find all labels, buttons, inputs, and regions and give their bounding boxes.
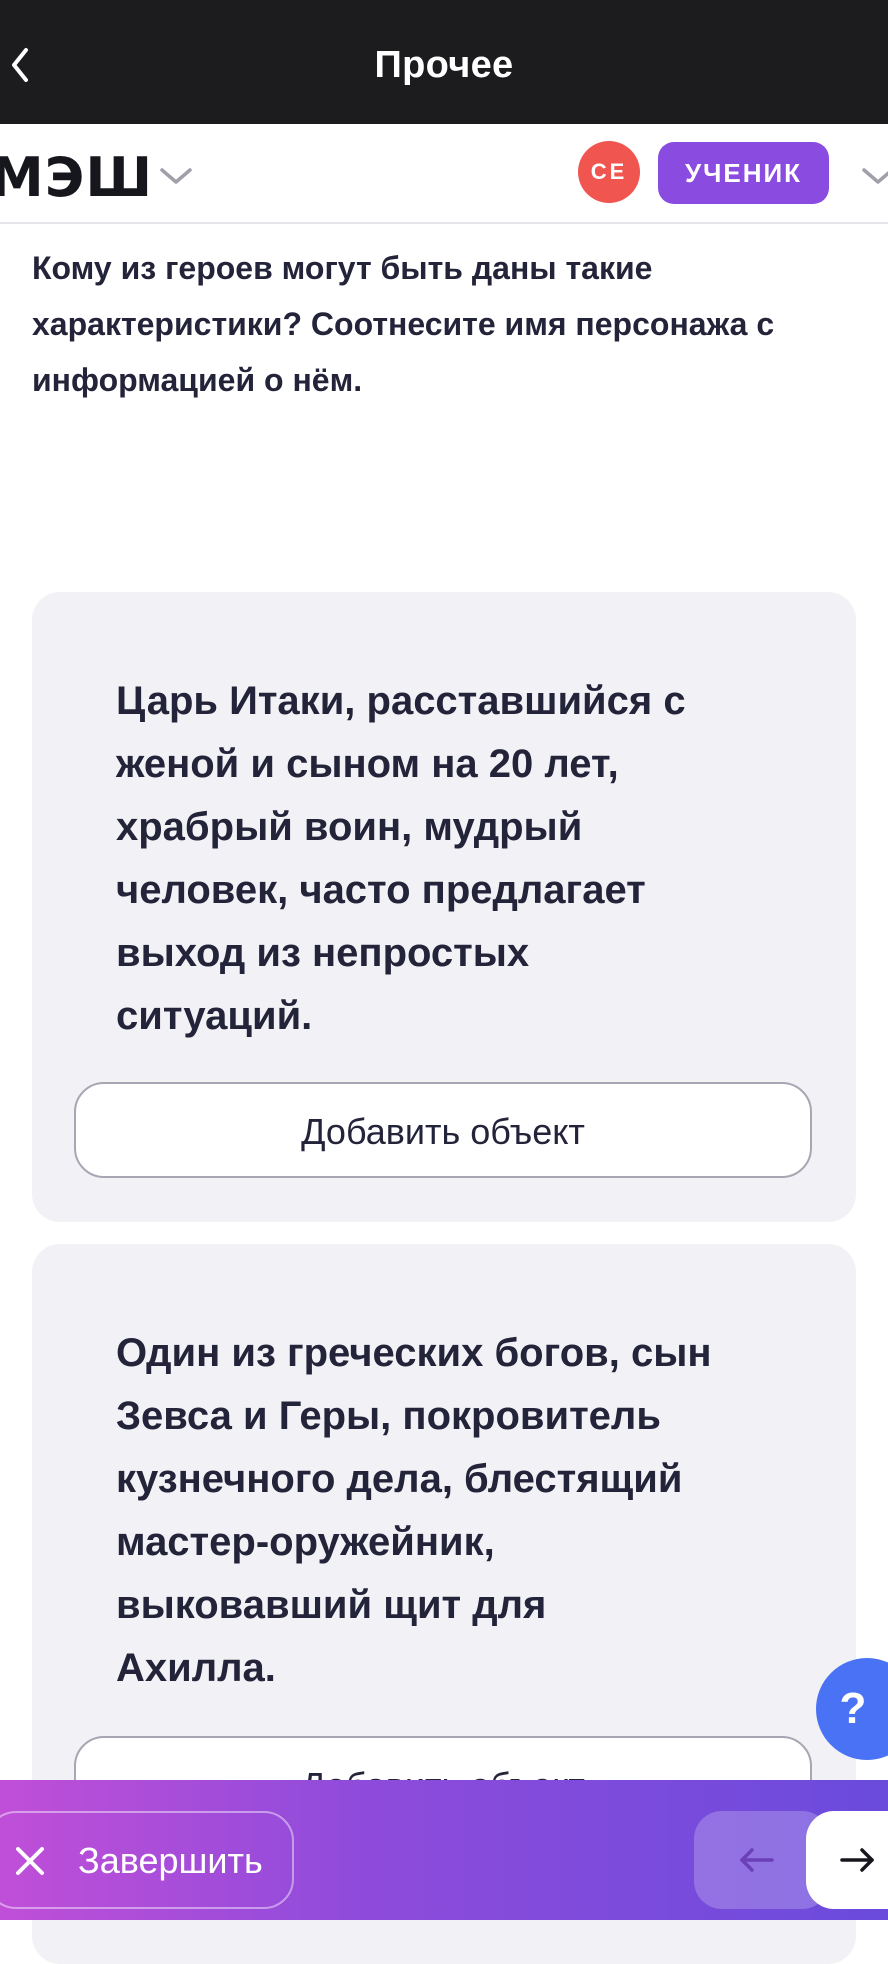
app-header: МЭШ СЕ УЧЕНИК — [0, 124, 888, 224]
arrow-right-icon — [840, 1848, 874, 1872]
finish-label: Завершить — [78, 1840, 263, 1881]
question-text: Кому из героев могут быть даны такие хар… — [32, 250, 775, 398]
bottom-bar: Завершить — [0, 1780, 888, 1920]
next-button[interactable] — [806, 1811, 888, 1909]
card-description: Один из греческих богов, сын Зевса и Гер… — [116, 1331, 712, 1690]
role-badge[interactable]: УЧЕНИК — [658, 142, 829, 204]
logo[interactable]: МЭШ — [0, 146, 153, 209]
page-title: Прочее — [374, 44, 514, 86]
chevron-down-icon[interactable] — [158, 164, 194, 188]
chevron-down-icon[interactable] — [860, 164, 888, 188]
add-object-button[interactable]: Добавить объект — [74, 1082, 812, 1178]
match-card: Царь Итаки, расставшийся с женой и сыном… — [32, 592, 856, 1222]
arrow-left-icon — [740, 1848, 774, 1872]
close-icon — [16, 1847, 44, 1875]
card-description: Царь Итаки, расставшийся с женой и сыном… — [116, 679, 686, 1038]
finish-button[interactable]: Завершить — [0, 1811, 294, 1909]
avatar[interactable]: СЕ — [578, 141, 640, 203]
top-bar: Прочее — [0, 0, 888, 124]
